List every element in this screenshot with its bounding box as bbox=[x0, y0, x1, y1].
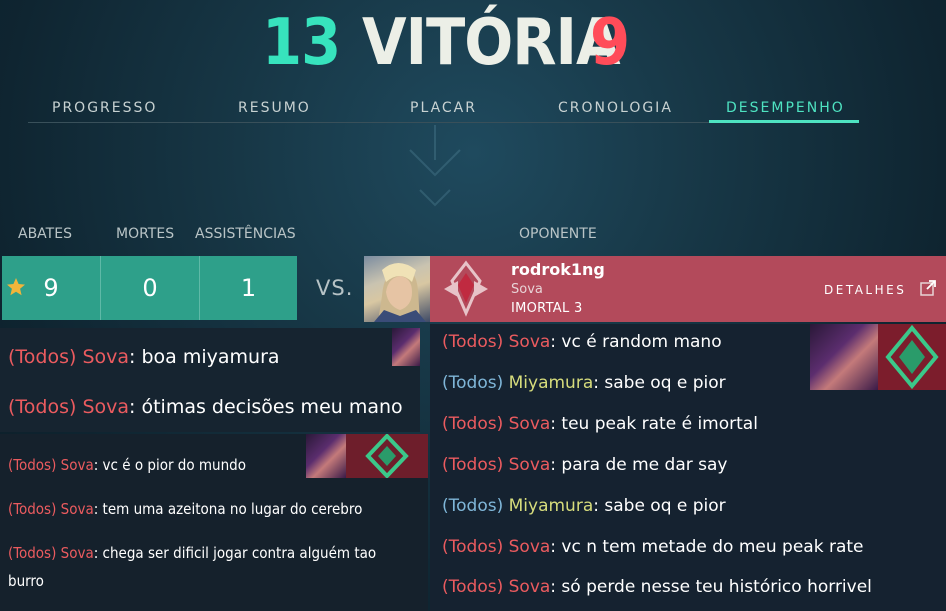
reyna-portrait bbox=[306, 434, 346, 478]
active-tab-indicator bbox=[709, 120, 859, 123]
chat-panel-right: (Todos) Sova: vc é random mano (Todos) M… bbox=[430, 324, 946, 611]
chat-sender: Sova bbox=[508, 537, 551, 557]
chat-channel: (Todos) bbox=[442, 455, 504, 475]
deaths-value: 0 bbox=[142, 274, 158, 302]
chat-panel-bottom-left: (Todos) Sova: vc é o pior do mundo (Todo… bbox=[0, 434, 428, 611]
enemy-score: 9 bbox=[590, 6, 630, 80]
agent-portrait bbox=[364, 256, 430, 322]
tab-progresso[interactable]: PROGRESSO bbox=[52, 100, 157, 116]
reyna-portrait bbox=[810, 324, 878, 390]
chat-channel: (Todos) bbox=[442, 577, 504, 597]
chat-text: : teu peak rate é imortal bbox=[550, 414, 758, 434]
ascendant-rank-icon bbox=[346, 434, 428, 478]
opponent-name: rodrok1ng bbox=[511, 260, 605, 279]
chat-channel: (Todos) bbox=[442, 537, 504, 557]
tab-resumo[interactable]: RESUMO bbox=[238, 100, 311, 116]
chat-channel: (Todos) bbox=[8, 544, 57, 562]
chat-message: (Todos) Sova: vc é o pior do mundo bbox=[8, 456, 246, 474]
versus-label: VS. bbox=[316, 276, 354, 300]
chat-message: (Todos) Miyamura: sabe oq e pior bbox=[442, 373, 726, 393]
opponent-rank: IMORTAL 3 bbox=[511, 301, 583, 316]
chat-text: : boa miyamura bbox=[129, 346, 280, 368]
chat-channel: (Todos) bbox=[442, 332, 504, 352]
chat-message-continuation: burro bbox=[8, 572, 44, 590]
chat-sender: Sova bbox=[60, 544, 94, 562]
chat-text: : sabe oq e pior bbox=[593, 373, 726, 393]
chat-message: (Todos) Sova: boa miyamura bbox=[8, 346, 280, 368]
chat-channel: (Todos) bbox=[8, 456, 57, 474]
chat-channel: (Todos) bbox=[8, 500, 57, 518]
opponent-agent: Sova bbox=[511, 282, 543, 297]
ally-score: 13 bbox=[262, 6, 341, 80]
tab-bar: PROGRESSO RESUMO PLACAR CRONOLOGIA DESEM… bbox=[28, 96, 859, 123]
chat-sender: Sova bbox=[508, 332, 551, 352]
tab-desempenho[interactable]: DESEMPENHO bbox=[726, 100, 845, 116]
tab-placar[interactable]: PLACAR bbox=[410, 100, 477, 116]
opponent-card[interactable]: rodrok1ng Sova IMORTAL 3 DETALHES bbox=[364, 256, 946, 322]
chat-text: : sabe oq e pior bbox=[593, 496, 726, 516]
external-link-icon[interactable] bbox=[920, 280, 936, 296]
assists-value: 1 bbox=[240, 274, 257, 302]
chat-sender: Sova bbox=[508, 414, 551, 434]
chat-channel: (Todos) bbox=[8, 396, 77, 418]
chat-message: (Todos) Sova: ótimas decisões meu mano bbox=[8, 396, 403, 418]
chat-sender: Sova bbox=[82, 396, 130, 418]
assists-header: ASSISTÊNCIAS bbox=[195, 226, 296, 242]
chat-message: (Todos) Sova: chega ser dificil jogar co… bbox=[8, 544, 376, 562]
kills-header: ABATES bbox=[18, 226, 72, 242]
chat-message: (Todos) Sova: vc é random mano bbox=[442, 332, 722, 352]
chat-text: : vc é o pior do mundo bbox=[93, 456, 246, 474]
chat-text: : chega ser dificil jogar contra alguém … bbox=[93, 544, 377, 562]
reyna-portrait bbox=[392, 328, 420, 366]
chat-text: : vc é random mano bbox=[550, 332, 722, 352]
chat-text: burro bbox=[8, 572, 44, 590]
chat-text: : para de me dar say bbox=[550, 455, 728, 475]
details-button[interactable]: DETALHES bbox=[824, 283, 906, 297]
chat-channel: (Todos) bbox=[442, 496, 504, 516]
chat-sender: Sova bbox=[82, 346, 130, 368]
chat-panel-top-left: (Todos) Sova: boa miyamura (Todos) Sova:… bbox=[0, 328, 420, 432]
opponent-header: OPONENTE bbox=[519, 226, 597, 242]
chat-sender: Sova bbox=[508, 455, 551, 475]
chat-sender: Miyamura bbox=[508, 373, 594, 393]
chat-sender: Sova bbox=[508, 577, 551, 597]
chat-message: (Todos) Sova: vc n tem metade do meu pea… bbox=[442, 537, 864, 557]
chat-message: (Todos) Sova: só perde nesse teu históri… bbox=[442, 577, 872, 597]
rank-emblem-icon bbox=[444, 260, 488, 317]
chat-channel: (Todos) bbox=[442, 373, 504, 393]
chat-sender: Sova bbox=[60, 500, 94, 518]
deaths-header: MORTES bbox=[116, 226, 175, 242]
background-ornament bbox=[409, 125, 461, 207]
chat-sender: Miyamura bbox=[508, 496, 594, 516]
chat-text: : só perde nesse teu histórico horrivel bbox=[550, 577, 872, 597]
chat-message: (Todos) Miyamura: sabe oq e pior bbox=[442, 496, 726, 516]
match-result-title: VITÓRIA bbox=[362, 6, 620, 80]
chat-message: (Todos) Sova: teu peak rate é imortal bbox=[442, 414, 758, 434]
chat-channel: (Todos) bbox=[8, 346, 77, 368]
chat-sender: Sova bbox=[60, 456, 94, 474]
kills-value: 9 bbox=[43, 274, 59, 302]
chat-channel: (Todos) bbox=[442, 414, 504, 434]
chat-message: (Todos) Sova: para de me dar say bbox=[442, 455, 727, 475]
player-stat-bar: 9 0 1 bbox=[2, 256, 297, 320]
chat-text: : ótimas decisões meu mano bbox=[129, 396, 403, 418]
chat-text: : tem uma azeitona no lugar do cerebro bbox=[93, 500, 363, 518]
tab-cronologia[interactable]: CRONOLOGIA bbox=[558, 100, 673, 116]
chat-message: (Todos) Sova: tem uma azeitona no lugar … bbox=[8, 500, 362, 518]
chat-text: : vc n tem metade do meu peak rate bbox=[550, 537, 864, 557]
ascendant-rank-icon bbox=[878, 324, 946, 390]
